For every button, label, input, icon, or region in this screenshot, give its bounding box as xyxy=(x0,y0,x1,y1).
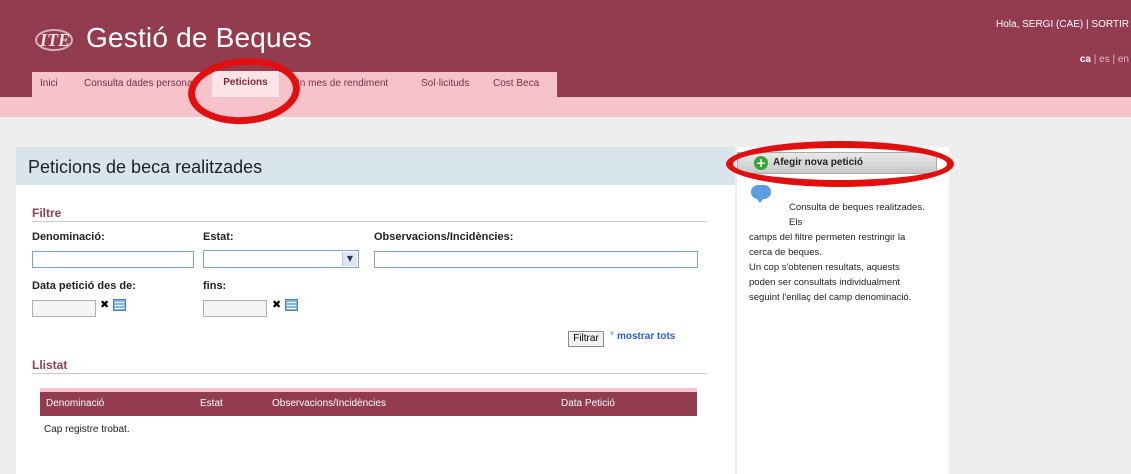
estat-select[interactable]: ▼ xyxy=(203,250,359,268)
help-line: cerca de beques. xyxy=(749,247,822,258)
data-des-label: Data petició des de: xyxy=(32,280,136,292)
tab-sollicituds[interactable]: Sol·licituds xyxy=(421,72,469,97)
help-line: seguint l'enllaç del camp denominació. xyxy=(749,292,912,303)
empty-results-message: Cap registre trobat. xyxy=(44,424,130,435)
denominacio-label: Denominació: xyxy=(32,231,105,243)
show-all-link[interactable]: ° mostrar tots xyxy=(610,331,675,342)
tab-informes-rendiment[interactable]: In mes de rendiment xyxy=(297,72,388,97)
language-selector[interactable]: ca | es | en xyxy=(1080,54,1129,65)
clear-date-icon[interactable]: ✖ xyxy=(272,298,281,311)
help-line: Un cop s'obtenen resultats, aquests xyxy=(749,262,900,273)
observacions-input[interactable] xyxy=(374,251,698,268)
header-pink-strip xyxy=(0,97,1131,117)
filter-section-title: Filtre xyxy=(32,206,62,220)
page-title-bar: Peticions de beca realitzades xyxy=(16,147,735,185)
app-title: Gestió de Beques xyxy=(86,22,312,53)
help-line: camps del filtre permeten restringir la xyxy=(749,232,906,243)
column-header-denominacio[interactable]: Denominació xyxy=(46,398,104,409)
language-ca[interactable]: ca xyxy=(1080,54,1091,65)
info-bubble-icon xyxy=(751,185,771,203)
data-des-input[interactable] xyxy=(32,300,96,317)
page-title: Peticions de beca realitzades xyxy=(28,157,263,177)
help-line: Consulta de beques realitzades. Els xyxy=(789,202,925,228)
fins-label: fins: xyxy=(203,280,227,292)
clear-date-icon[interactable]: ✖ xyxy=(100,298,109,311)
observacions-label: Observacions/Incidències: xyxy=(374,231,514,243)
column-header-data-peticio[interactable]: Data Petició xyxy=(561,398,615,409)
svg-text:ITE: ITE xyxy=(39,30,70,50)
column-header-estat[interactable]: Estat xyxy=(200,398,223,409)
main-panel: Peticions de beca realitzades Filtre Den… xyxy=(16,147,735,474)
dropdown-arrow-icon[interactable]: ▼ xyxy=(342,252,357,266)
logo-icon: ITE xyxy=(35,29,73,51)
filter-button[interactable]: Filtrar xyxy=(568,331,604,347)
help-text: Consulta de beques realitzades. Els camp… xyxy=(749,200,939,305)
help-line: poden ser consultats individualment xyxy=(749,277,901,288)
help-sidebar: + Afegir nova petició Consulta de beques… xyxy=(737,147,949,474)
estat-label: Estat: xyxy=(203,231,234,243)
tab-inici[interactable]: Inici xyxy=(40,72,58,97)
annotation-ring-add-button xyxy=(726,141,954,187)
tab-cost-beca[interactable]: Cost Beca xyxy=(493,72,539,97)
results-table-header: Denominació Estat Observacions/Incidènci… xyxy=(40,392,697,416)
language-others[interactable]: es | en xyxy=(1099,54,1129,65)
app-header: ITE Gestió de Beques Hola, SERGI (CAE) |… xyxy=(0,0,1131,97)
data-fins-input[interactable] xyxy=(203,300,267,317)
column-header-observacions[interactable]: Observacions/Incidències xyxy=(272,398,386,409)
list-divider xyxy=(32,373,707,374)
tab-consulta-dades[interactable]: Consulta dades persona xyxy=(84,72,192,97)
denominacio-input[interactable] xyxy=(32,251,194,268)
calendar-icon[interactable] xyxy=(285,299,298,311)
user-info[interactable]: Hola, SERGI (CAE) | SORTIR xyxy=(996,19,1129,30)
filter-divider xyxy=(32,221,707,222)
calendar-icon[interactable] xyxy=(113,299,126,311)
show-all-label[interactable]: mostrar tots xyxy=(617,331,675,342)
bullet-icon: ° xyxy=(610,331,614,342)
list-section-title: Llistat xyxy=(32,358,68,372)
